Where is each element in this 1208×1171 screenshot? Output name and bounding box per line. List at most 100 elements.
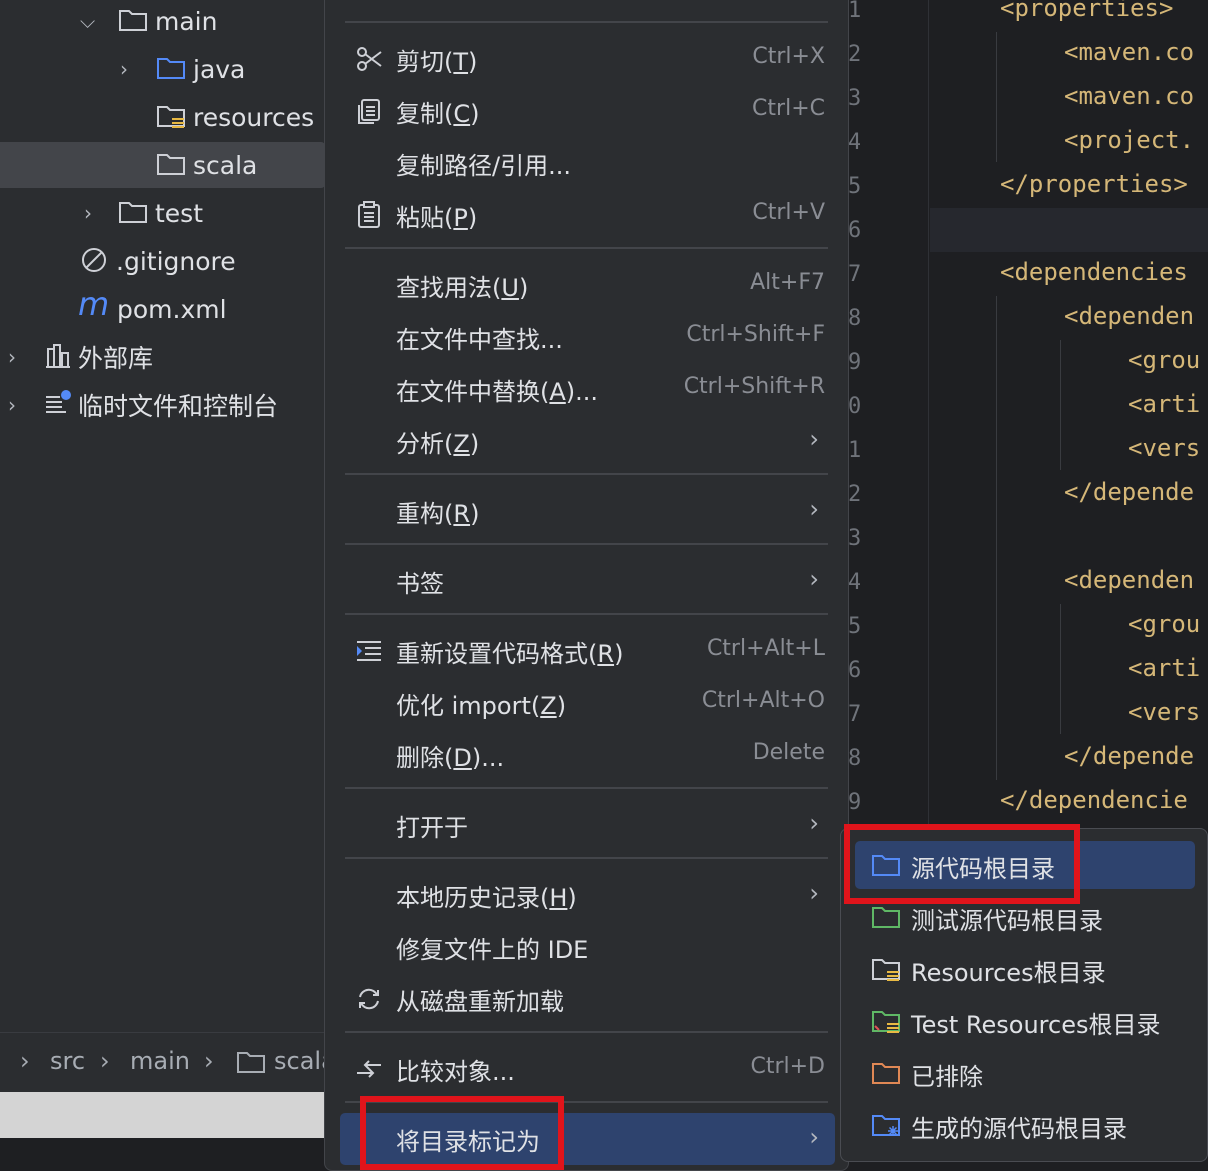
- resources-root-icon: [872, 959, 900, 981]
- maven-icon: m: [78, 285, 110, 323]
- code-line[interactable]: <maven.co: [1064, 38, 1194, 66]
- menu-item-find-in-files[interactable]: 在文件中查找... Ctrl+Shift+F: [340, 311, 835, 363]
- submenu-item-resources-root[interactable]: Resources根目录: [855, 945, 1195, 993]
- line-number: 7: [848, 262, 860, 287]
- breadcrumb-separator-icon: ›: [204, 1047, 214, 1075]
- menu-item-label: 复制(C): [396, 100, 480, 128]
- menu-item-bookmarks[interactable]: 书签 ›: [340, 555, 835, 607]
- line-number: 4: [848, 130, 860, 155]
- code-line[interactable]: <arti: [1128, 390, 1200, 418]
- submenu-item-test-resources-root[interactable]: Test Resources根目录: [855, 997, 1195, 1045]
- menu-item-cut[interactable]: 剪切(T) Ctrl+X: [340, 33, 835, 85]
- menu-item-analyze[interactable]: 分析(Z) ›: [340, 415, 835, 467]
- menu-item-label: 修复文件上的 IDE: [396, 936, 589, 964]
- code-line[interactable]: <vers: [1128, 434, 1200, 462]
- tree-item-gitignore[interactable]: .gitignore: [0, 237, 325, 285]
- tree-item-pom[interactable]: m pom.xml: [0, 285, 325, 333]
- annotation-box-sources-root: [844, 824, 1080, 904]
- chevron-right-icon: ›: [809, 1123, 819, 1151]
- code-line[interactable]: </depende: [1064, 478, 1194, 506]
- tree-item-label: scala: [193, 150, 258, 180]
- chevron-down-icon[interactable]: ⌵: [80, 9, 95, 33]
- code-line[interactable]: </dependencie: [1000, 786, 1188, 814]
- code-line[interactable]: <dependen: [1064, 302, 1194, 330]
- code-line[interactable]: </depende: [1064, 742, 1194, 770]
- annotation-box-mark-directory: [360, 1096, 564, 1170]
- compare-icon: [357, 1060, 381, 1078]
- tree-item-test[interactable]: › test: [0, 189, 325, 237]
- folder-icon: [119, 10, 147, 31]
- menu-item-shortcut: Ctrl+Shift+F: [686, 322, 825, 347]
- menu-item-refactor[interactable]: 重构(R) ›: [340, 485, 835, 537]
- menu-item-label: 书签: [396, 570, 444, 598]
- submenu-item-excluded[interactable]: 已排除: [855, 1049, 1195, 1097]
- menu-item-copy[interactable]: 复制(C) Ctrl+C: [340, 85, 835, 137]
- tree-item-label: test: [155, 198, 204, 228]
- chevron-right-icon[interactable]: ›: [120, 57, 128, 81]
- line-number: 0: [848, 394, 860, 419]
- tree-item-label: 外部库: [78, 344, 154, 373]
- gutter-separator: [928, 0, 929, 830]
- line-number: 5: [848, 614, 860, 639]
- code-line[interactable]: <arti: [1128, 654, 1200, 682]
- menu-item-shortcut: Ctrl+Alt+O: [701, 688, 825, 713]
- submenu-item-label: 测试源代码根目录: [911, 907, 1103, 935]
- window-bottom-strip: [0, 1092, 325, 1138]
- code-line[interactable]: <vers: [1128, 698, 1200, 726]
- menu-item-label: 在文件中替换(A)...: [396, 378, 599, 406]
- menu-separator: [345, 787, 828, 789]
- line-number: 5: [848, 174, 860, 199]
- menu-item-label: 在文件中查找...: [396, 326, 563, 354]
- tree-item-resources[interactable]: resources: [0, 93, 325, 141]
- menu-item-find-usages[interactable]: 查找用法(U) Alt+F7: [340, 259, 835, 311]
- test-resources-root-icon: [872, 1011, 900, 1033]
- submenu-item-generated-sources-root[interactable]: 生成的源代码根目录: [855, 1101, 1195, 1149]
- menu-item-compare-with[interactable]: 比较对象... Ctrl+D: [340, 1043, 835, 1095]
- code-line[interactable]: <grou: [1128, 610, 1200, 638]
- breadcrumb-item[interactable]: main: [130, 1047, 190, 1075]
- menu-item-shortcut: Ctrl+Alt+L: [706, 636, 825, 661]
- tree-item-scratches[interactable]: › 临时文件和控制台: [0, 381, 325, 429]
- menu-item-delete[interactable]: 删除(D)... Delete: [340, 729, 835, 781]
- tree-item-main[interactable]: ⌵ main: [0, 0, 325, 45]
- line-number: 6: [848, 218, 860, 243]
- menu-item-paste[interactable]: 粘贴(P) Ctrl+V: [340, 189, 835, 241]
- menu-item-reformat-code[interactable]: 重新设置代码格式(R) Ctrl+Alt+L: [340, 625, 835, 677]
- menu-item-repair-ide[interactable]: 修复文件上的 IDE: [340, 921, 835, 973]
- chevron-right-icon: ›: [809, 495, 819, 523]
- line-number: 4: [848, 570, 860, 595]
- chevron-right-icon[interactable]: ›: [8, 345, 16, 369]
- menu-item-copy-path[interactable]: 复制路径/引用...: [340, 137, 835, 189]
- code-line[interactable]: <dependencies: [1000, 258, 1188, 286]
- tree-item-label: java: [193, 54, 246, 84]
- breadcrumb-item[interactable]: src: [50, 1047, 85, 1075]
- code-line[interactable]: <project.: [1064, 126, 1194, 154]
- menu-item-local-history[interactable]: 本地历史记录(H) ›: [340, 869, 835, 921]
- menu-item-label: 删除(D)...: [396, 744, 505, 772]
- submenu-item-label: 已排除: [911, 1063, 983, 1091]
- tree-item-external-libraries[interactable]: › 外部库: [0, 333, 325, 381]
- menu-item-replace-in-files[interactable]: 在文件中替换(A)... Ctrl+Shift+R: [340, 363, 835, 415]
- code-line[interactable]: <maven.co: [1064, 82, 1194, 110]
- chevron-right-icon[interactable]: ›: [8, 393, 16, 417]
- menu-item-shortcut: Ctrl+X: [752, 44, 825, 69]
- line-number: 2: [848, 482, 860, 507]
- menu-item-reload-from-disk[interactable]: 从磁盘重新加载: [340, 973, 835, 1025]
- code-line[interactable]: </properties>: [1000, 170, 1188, 198]
- line-number: 1: [848, 0, 860, 23]
- menu-item-label: 优化 import(Z): [396, 692, 567, 720]
- scratches-icon: [46, 390, 71, 413]
- menu-item-open-in[interactable]: 打开于 ›: [340, 799, 835, 851]
- line-number: 3: [848, 86, 860, 111]
- tree-item-java[interactable]: › java: [0, 45, 325, 93]
- code-line[interactable]: <dependen: [1064, 566, 1194, 594]
- code-line[interactable]: <properties>: [1000, 0, 1173, 22]
- line-number: 3: [848, 526, 860, 551]
- menu-item-label: 分析(Z): [396, 430, 480, 458]
- tree-item-scala[interactable]: scala: [0, 141, 325, 189]
- tree-item-label: 临时文件和控制台: [78, 392, 279, 421]
- library-icon: [46, 344, 70, 368]
- code-line[interactable]: <grou: [1128, 346, 1200, 374]
- chevron-right-icon[interactable]: ›: [84, 201, 92, 225]
- menu-item-optimize-imports[interactable]: 优化 import(Z) Ctrl+Alt+O: [340, 677, 835, 729]
